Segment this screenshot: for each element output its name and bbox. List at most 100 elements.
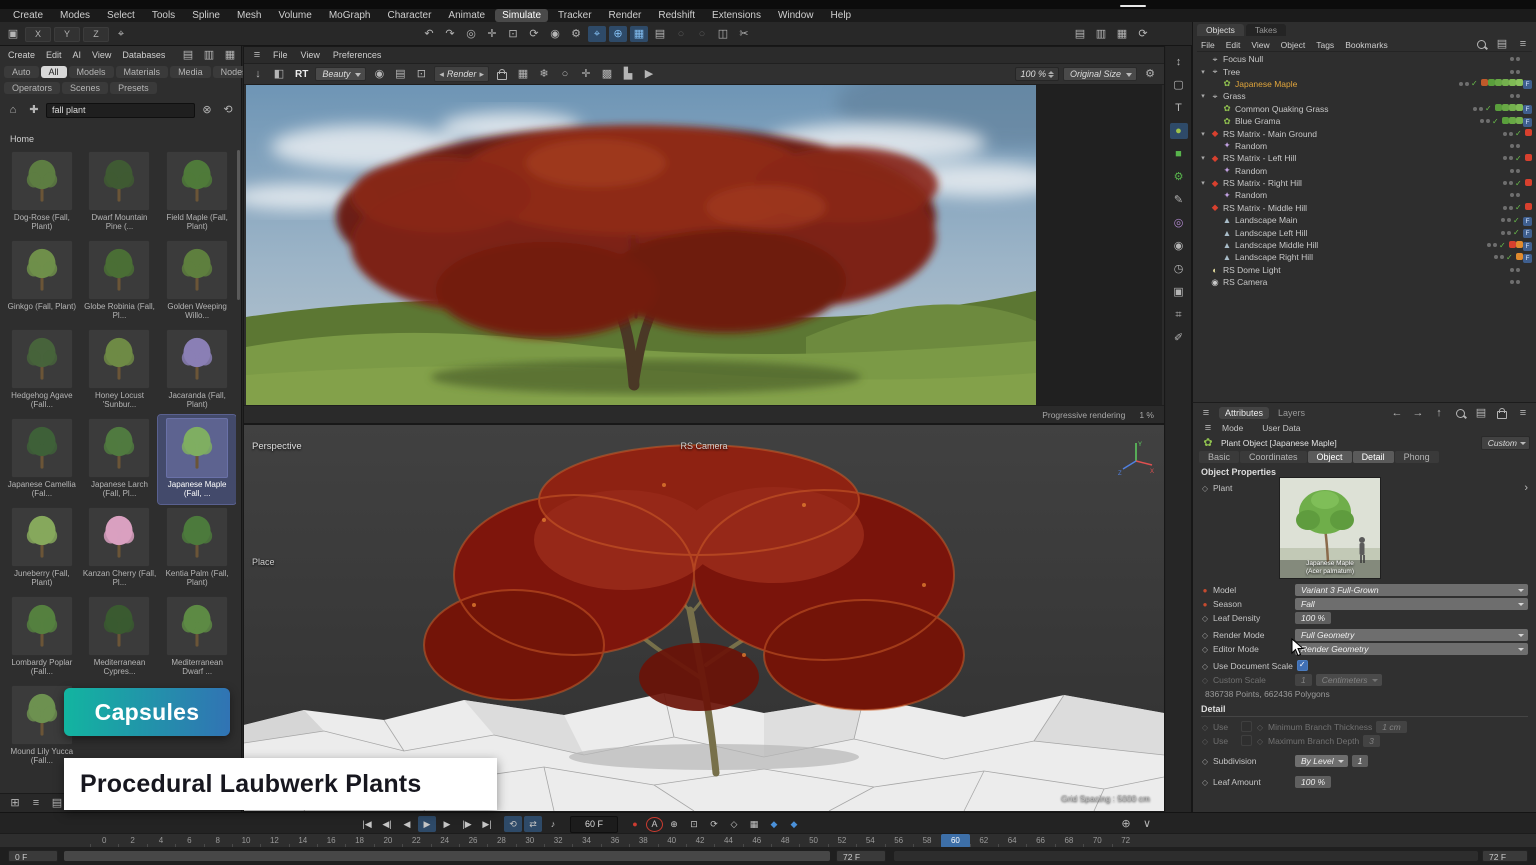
editor-visibility-dot[interactable] [1503, 156, 1507, 160]
save-image-icon[interactable]: ↓ [249, 66, 267, 82]
reload-layout-icon[interactable]: ⟳ [1134, 26, 1152, 42]
circle-mask-icon[interactable]: ○ [556, 66, 574, 82]
tab-basic[interactable]: Basic [1199, 451, 1239, 463]
ruler-tick[interactable]: 36 [601, 834, 629, 848]
home-icon[interactable]: ⌂ [4, 102, 22, 118]
disabled-tool-icon-1[interactable]: ○ [672, 26, 690, 42]
dock-view-b-icon[interactable]: ▥ [200, 47, 218, 63]
simulation-scene-icon[interactable]: ◉ [546, 26, 564, 42]
render-visibility-dot[interactable] [1516, 280, 1520, 284]
enabled-toggle[interactable] [1485, 104, 1493, 113]
lock-icon[interactable] [1493, 405, 1511, 421]
object-tree-row[interactable]: ✿ Japanese Maple F [1193, 78, 1536, 90]
layer-icon[interactable]: ▤ [391, 66, 409, 82]
editor-visibility-dot[interactable] [1510, 280, 1514, 284]
editor-visibility-dot[interactable] [1510, 193, 1514, 197]
editor-visibility-dot[interactable] [1510, 169, 1514, 173]
asset-item[interactable]: Mediterranean Cypres... [81, 593, 159, 682]
play-button[interactable]: ▶ [418, 816, 436, 832]
menu-item-databases[interactable]: Databases [118, 50, 169, 60]
display-mode-icon[interactable]: ⌗ [1170, 307, 1188, 323]
record-scale-icon[interactable]: ⊡ [685, 816, 703, 832]
asset-item[interactable]: Juneberry (Fall, Plant) [3, 504, 81, 593]
render-visibility-dot[interactable] [1507, 231, 1511, 235]
viewport-filter-icon[interactable]: ▣ [4, 26, 22, 42]
render-visibility-dot[interactable] [1516, 169, 1520, 173]
prev-frame-button[interactable]: ◀ [398, 816, 416, 832]
frame-region-icon[interactable]: ▢ [1170, 77, 1188, 93]
ruler-tick[interactable]: 54 [856, 834, 884, 848]
material-chip[interactable] [1525, 129, 1532, 136]
enabled-toggle[interactable] [1513, 228, 1521, 237]
primitive-cube-icon[interactable]: ■ [1170, 146, 1188, 162]
material-chip[interactable] [1509, 79, 1516, 86]
ruler-tick[interactable]: 8 [204, 834, 232, 848]
render-visibility-dot[interactable] [1516, 268, 1520, 272]
pv-panel-menu-icon[interactable]: ≡ [248, 47, 266, 63]
field-badge[interactable]: F [1523, 80, 1532, 89]
tab-layers[interactable]: Layers [1272, 407, 1311, 419]
render-visibility-dot[interactable] [1516, 144, 1520, 148]
asset-item[interactable]: Japanese Maple (Fall, ... [158, 415, 236, 504]
undo-icon[interactable]: ↶ [420, 26, 438, 42]
leaf-density-field[interactable]: 100 % [1295, 612, 1331, 624]
ruler-tick[interactable]: 22 [402, 834, 430, 848]
object-tree-row[interactable]: ▲ Landscape Right Hill F [1193, 251, 1536, 263]
editor-visibility-dot[interactable] [1480, 119, 1484, 123]
pingpong-icon[interactable]: ⇄ [524, 816, 542, 832]
render-visibility-dot[interactable] [1465, 82, 1469, 86]
enabled-toggle[interactable] [1515, 203, 1523, 212]
axis-x-button[interactable]: X [25, 27, 51, 42]
panel-menu-icon[interactable]: ≡ [1514, 37, 1532, 53]
material-chip[interactable] [1509, 241, 1516, 248]
menu-item-tools[interactable]: Tools [145, 9, 182, 22]
document-end-field[interactable]: 72 F [1482, 850, 1528, 862]
editor-visibility-dot[interactable] [1503, 206, 1507, 210]
menu-item-create[interactable]: Create [6, 9, 50, 22]
grid-view-icon[interactable]: ⊞ [6, 795, 24, 811]
asset-item[interactable]: Honey Locust 'Sunbur... [81, 326, 159, 415]
search-icon[interactable] [1451, 405, 1469, 421]
render-visibility-dot[interactable] [1516, 193, 1520, 197]
keyframe-diamond[interactable] [1201, 756, 1209, 766]
workplane-icon[interactable]: ▤ [651, 26, 669, 42]
material-chip[interactable] [1525, 203, 1532, 210]
object-tree-row[interactable]: ▲ Landscape Middle Hill F [1193, 239, 1536, 251]
asset-scrollbar[interactable] [237, 150, 240, 300]
range-scrollbar-right[interactable] [894, 851, 1478, 861]
menu-item-view[interactable]: View [1247, 40, 1273, 50]
current-frame-field[interactable] [570, 816, 618, 833]
ruler-tick[interactable]: 6 [175, 834, 203, 848]
render-mode-select[interactable]: Full Geometry [1295, 629, 1528, 641]
menu-item-modes[interactable]: Modes [53, 9, 97, 22]
render-visibility-dot[interactable] [1486, 119, 1490, 123]
rendered-image[interactable] [246, 85, 1036, 405]
menu-item-extensions[interactable]: Extensions [705, 9, 768, 22]
editor-visibility-dot[interactable] [1510, 57, 1514, 61]
rotate-tool-icon[interactable]: ⟳ [525, 26, 543, 42]
ruler-tick[interactable]: 52 [828, 834, 856, 848]
collapse-icon[interactable]: ∨ [1138, 816, 1156, 832]
object-tree-row[interactable]: ◆ RS Matrix - Right Hill [1193, 177, 1536, 189]
ruler-tick[interactable]: 70 [1083, 834, 1111, 848]
record-rotation-icon[interactable]: ⟳ [705, 816, 723, 832]
back-icon[interactable]: ← [1388, 405, 1406, 421]
asset-item[interactable]: Kentia Palm (Fall, Plant) [158, 504, 236, 593]
editor-visibility-dot[interactable] [1501, 218, 1505, 222]
asset-item[interactable]: Ginkgo (Fall, Plant) [3, 237, 81, 326]
breadcrumb[interactable]: Home [10, 134, 34, 144]
menu-item-redshift[interactable]: Redshift [651, 9, 702, 22]
field-sphere-icon[interactable]: ◉ [1170, 238, 1188, 254]
editor-visibility-dot[interactable] [1494, 255, 1498, 259]
record-keyframe-button[interactable]: ● [626, 816, 644, 832]
menu-item-mograph[interactable]: MoGraph [322, 9, 378, 22]
expand-arrow-icon[interactable] [1199, 154, 1207, 162]
menu-item-file[interactable]: File [1197, 40, 1219, 50]
material-chip[interactable] [1502, 117, 1509, 124]
editor-visibility-dot[interactable] [1503, 132, 1507, 136]
asset-capsule-icon[interactable]: ● [1170, 123, 1188, 139]
material-chip[interactable] [1525, 179, 1532, 186]
render-visibility-dot[interactable] [1493, 243, 1497, 247]
render-visibility-dot[interactable] [1500, 255, 1504, 259]
move-tool-icon[interactable]: ✛ [483, 26, 501, 42]
